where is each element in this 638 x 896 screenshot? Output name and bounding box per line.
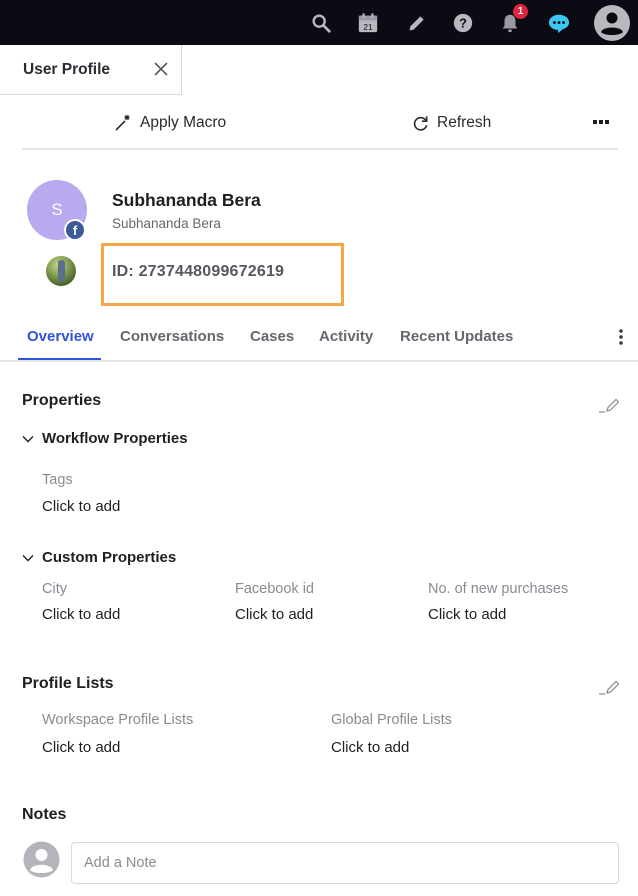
tab-activity[interactable]: Activity bbox=[319, 328, 373, 345]
user-avatar-icon bbox=[594, 4, 630, 41]
new-purchases-label: No. of new purchases bbox=[428, 581, 569, 597]
tags-value[interactable]: Click to add bbox=[42, 498, 120, 515]
active-tab-indicator bbox=[18, 358, 101, 360]
edit-profile-lists-button[interactable] bbox=[597, 677, 621, 697]
city-label: City bbox=[42, 581, 67, 597]
tags-label: Tags bbox=[42, 472, 73, 488]
chat-button[interactable] bbox=[545, 0, 573, 45]
add-note-input[interactable] bbox=[71, 842, 619, 884]
properties-heading: Properties bbox=[22, 392, 102, 409]
more-tabs-button[interactable] bbox=[612, 325, 630, 349]
edit-properties-button[interactable] bbox=[597, 395, 621, 415]
close-icon bbox=[154, 62, 168, 76]
global-profile-lists-label: Global Profile Lists bbox=[331, 712, 452, 728]
facebook-icon: f bbox=[64, 219, 86, 241]
custom-properties-heading: Custom Properties bbox=[42, 549, 177, 566]
global-profile-lists-value[interactable]: Click to add bbox=[331, 739, 409, 756]
notification-count-badge: 1 bbox=[513, 4, 528, 19]
tab-cases[interactable]: Cases bbox=[250, 328, 294, 345]
search-icon bbox=[312, 13, 331, 33]
tab-recent-updates[interactable]: Recent Updates bbox=[400, 328, 513, 345]
more-vertical-icon bbox=[619, 329, 623, 345]
toolbar-divider bbox=[22, 148, 618, 150]
calendar-button[interactable]: 21 bbox=[356, 0, 380, 45]
help-button[interactable]: ? bbox=[451, 0, 475, 45]
magic-wand-icon bbox=[115, 115, 130, 131]
profile-lists-heading: Profile Lists bbox=[22, 675, 114, 692]
city-value[interactable]: Click to add bbox=[42, 606, 120, 623]
refresh-label: Refresh bbox=[437, 114, 492, 131]
more-horizontal-icon bbox=[593, 120, 609, 124]
note-author-avatar bbox=[23, 841, 60, 878]
apply-macro-label: Apply Macro bbox=[140, 114, 227, 131]
compose-button[interactable] bbox=[405, 0, 429, 45]
workspace-profile-lists-label: Workspace Profile Lists bbox=[42, 712, 194, 728]
workflow-properties-toggle[interactable]: Workflow Properties bbox=[22, 430, 188, 447]
calendar-icon: 21 bbox=[358, 12, 378, 32]
refresh-button[interactable]: Refresh bbox=[412, 110, 491, 136]
profile-id: ID: 2737448099672619 bbox=[112, 263, 285, 280]
help-icon: ? bbox=[453, 13, 473, 32]
refresh-icon bbox=[413, 115, 428, 131]
facebook-id-value[interactable]: Click to add bbox=[235, 606, 313, 623]
chat-icon bbox=[548, 14, 570, 33]
profile-username: Subhananda Bera bbox=[112, 216, 221, 231]
top-navigation-bar: 21 ? 1 bbox=[0, 0, 638, 45]
workflow-properties-heading: Workflow Properties bbox=[42, 430, 188, 447]
tab-title: User Profile bbox=[23, 61, 111, 78]
user-profile-tab[interactable]: User Profile bbox=[0, 45, 182, 95]
calendar-day: 21 bbox=[363, 22, 373, 31]
edit-pencil-icon bbox=[599, 680, 620, 695]
search-button[interactable] bbox=[308, 0, 334, 45]
profile-tabs: Overview Conversations Cases Activity Re… bbox=[0, 318, 638, 362]
more-actions-button[interactable] bbox=[588, 111, 614, 133]
profile-photo-thumbnail[interactable] bbox=[46, 256, 76, 286]
facebook-id-label: Facebook id bbox=[235, 581, 314, 597]
user-placeholder-icon bbox=[23, 841, 60, 878]
pencil-icon bbox=[409, 15, 424, 30]
custom-properties-toggle[interactable]: Custom Properties bbox=[22, 549, 176, 566]
avatar-initial: S bbox=[51, 200, 63, 219]
apply-macro-button[interactable]: Apply Macro bbox=[114, 110, 226, 136]
tab-conversations[interactable]: Conversations bbox=[120, 328, 224, 345]
profile-name: Subhananda Bera bbox=[112, 190, 261, 210]
notifications-button[interactable]: 1 bbox=[498, 0, 528, 45]
svg-text:?: ? bbox=[459, 15, 467, 30]
user-menu-button[interactable] bbox=[592, 0, 632, 45]
chevron-down-icon bbox=[22, 435, 34, 442]
chevron-down-icon bbox=[22, 554, 34, 561]
workspace-profile-lists-value[interactable]: Click to add bbox=[42, 739, 120, 756]
notes-heading: Notes bbox=[22, 806, 67, 823]
tab-overview[interactable]: Overview bbox=[27, 328, 94, 345]
edit-pencil-icon bbox=[599, 398, 620, 413]
new-purchases-value[interactable]: Click to add bbox=[428, 606, 506, 623]
close-tab-button[interactable] bbox=[151, 59, 171, 79]
